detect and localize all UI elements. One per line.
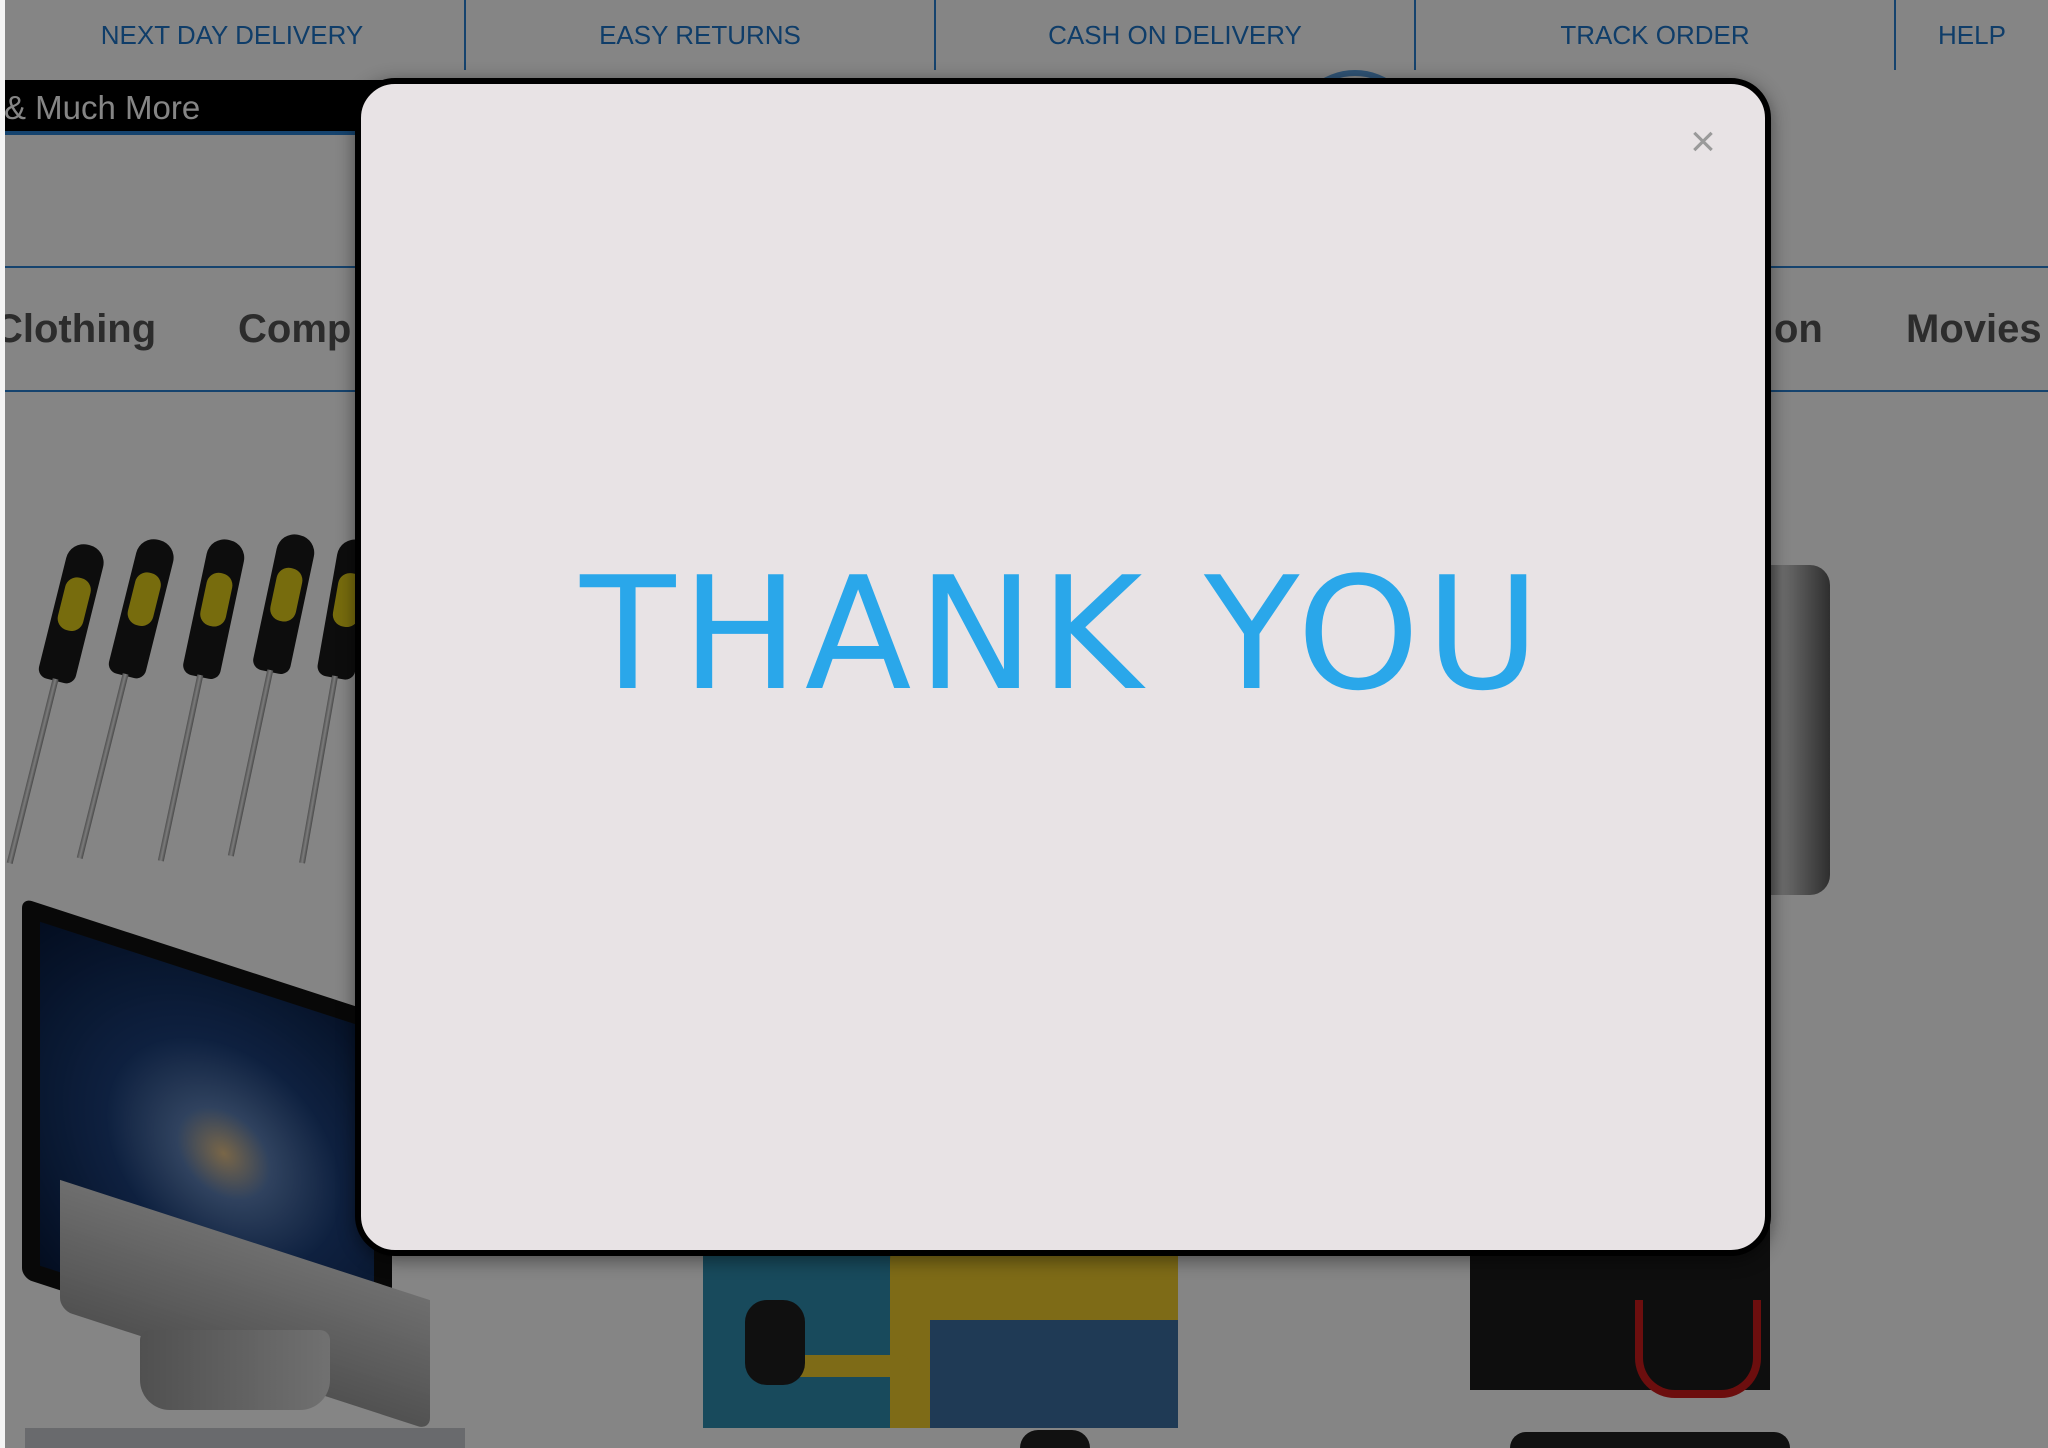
thank-you-modal: × THANK YOU [355, 78, 1771, 1256]
thank-you-message: THANK YOU [580, 543, 1546, 725]
page-edge [0, 0, 5, 1448]
close-icon[interactable]: × [1683, 120, 1723, 164]
